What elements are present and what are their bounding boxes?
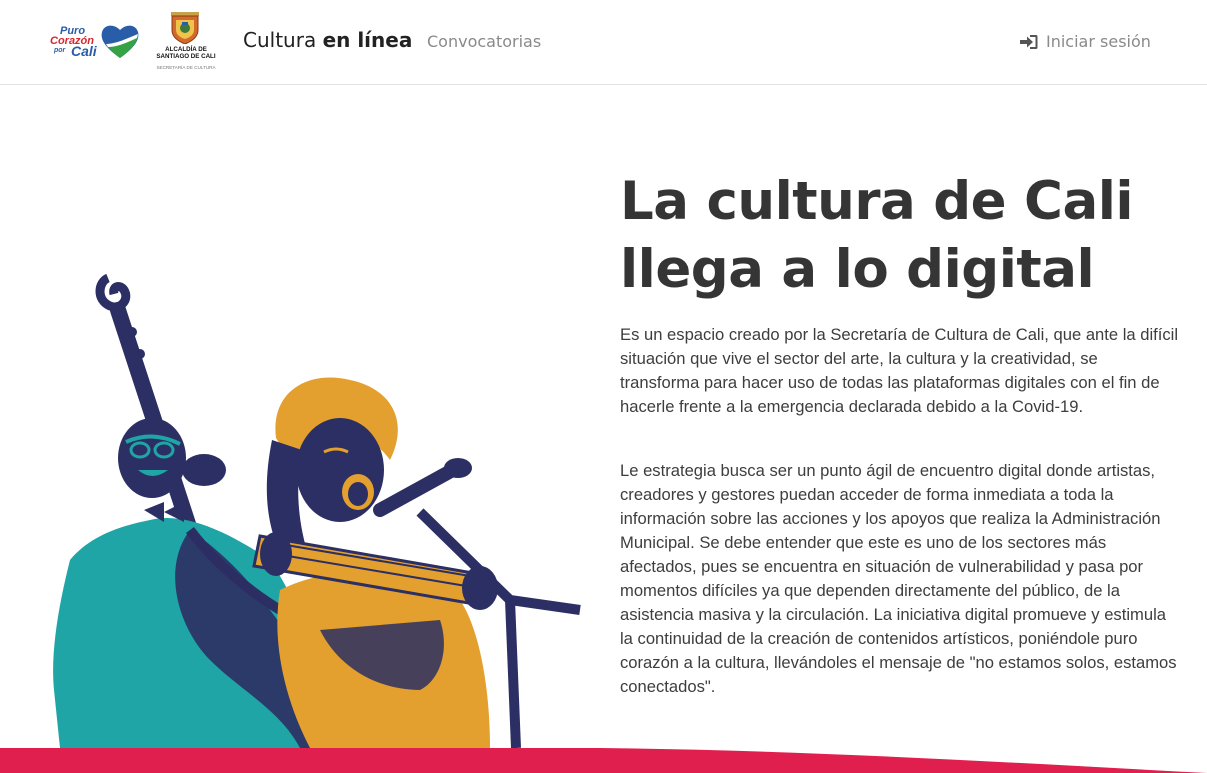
brand-prefix: Cultura (243, 28, 323, 52)
alcaldia-cali-logo[interactable]: ALCALDÍA DE SANTIAGO DE CALI SECRETARÍA … (148, 12, 224, 74)
logo-text-cali: Cali (71, 43, 97, 59)
logo-text-por: por (54, 47, 66, 54)
alcaldia-text-line3: SECRETARÍA DE CULTURA (156, 65, 216, 70)
coat-of-arms-icon (171, 12, 199, 44)
top-navbar: Puro Corazón por Cali ALCALDÍA DE SANTIA… (0, 0, 1207, 85)
login-label: Iniciar sesión (1046, 32, 1151, 51)
alcaldia-text-line2: SANTIAGO DE CALI (156, 53, 216, 60)
hero-title-line1: La cultura de Cali (620, 171, 1134, 232)
hero-paragraph-1: Es un espacio creado por la Secretaría d… (620, 325, 1179, 416)
bottom-accent-band (0, 748, 1207, 773)
nav-link-convocatorias[interactable]: Convocatorias (427, 32, 541, 51)
sign-in-icon (1020, 34, 1038, 49)
brand-link[interactable]: Cultura en línea (243, 28, 412, 52)
puro-corazon-por-cali-logo[interactable]: Puro Corazón por Cali (46, 22, 142, 62)
brand-bold: en línea (322, 28, 413, 52)
hero-paragraph-2: Le estrategia busca ser un punto ágil de… (620, 461, 1177, 696)
login-button[interactable]: Iniciar sesión (1020, 32, 1151, 51)
hero-title: La cultura de Cali llega a lo digital (620, 168, 1180, 304)
alcaldia-text-line1: ALCALDÍA DE (165, 46, 207, 53)
heart-logo-icon (101, 25, 139, 58)
hero-title-line2: llega a lo digital (620, 239, 1095, 300)
musicians-illustration (53, 273, 581, 748)
